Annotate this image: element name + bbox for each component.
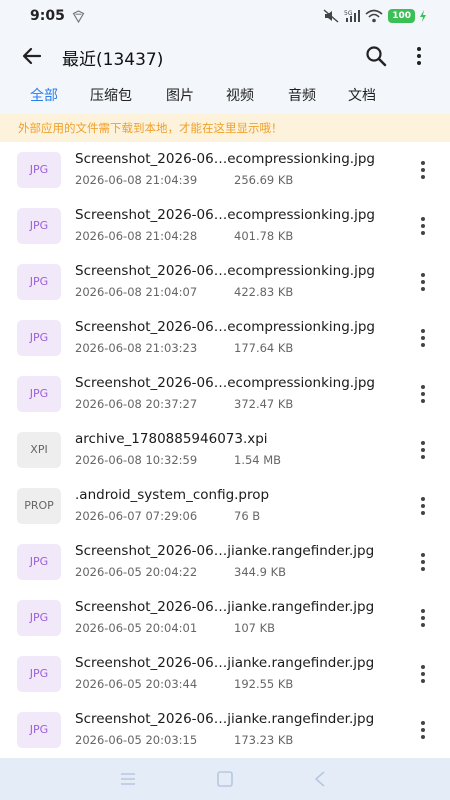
system-nav-bar <box>0 758 450 800</box>
more-vertical-icon[interactable] <box>416 606 430 630</box>
list-item[interactable]: JPG Screenshot_2026-06…ecompressionking.… <box>0 142 450 198</box>
file-size: 192.55 KB <box>234 677 294 691</box>
charging-icon <box>420 10 426 22</box>
signal-icon: 5G <box>344 10 361 22</box>
status-time: 9:05 <box>30 8 65 24</box>
menu-icon[interactable] <box>118 770 138 788</box>
file-size: 422.83 KB <box>234 285 294 299</box>
list-item[interactable]: JPG Screenshot_2026-06…jianke.rangefinde… <box>0 534 450 590</box>
more-vertical-icon[interactable] <box>416 662 430 686</box>
file-size: 372.47 KB <box>234 397 294 411</box>
file-type-badge: JPG <box>17 712 61 748</box>
tab-all[interactable]: 全部 <box>30 85 58 105</box>
file-name: Screenshot_2026-06…ecompressionking.jpg <box>75 375 375 391</box>
file-name: Screenshot_2026-06…ecompressionking.jpg <box>75 207 375 223</box>
file-name: Screenshot_2026-06…jianke.rangefinder.jp… <box>75 711 375 727</box>
file-name: Screenshot_2026-06…jianke.rangefinder.jp… <box>75 543 375 559</box>
file-size: 177.64 KB <box>234 341 294 355</box>
file-date: 2026-06-05 20:03:15 <box>75 733 198 747</box>
file-size: 107 KB <box>234 621 276 635</box>
file-type-badge: JPG <box>17 152 61 188</box>
list-item[interactable]: XPI archive_1780885946073.xpi 2026-06-08… <box>0 422 450 478</box>
tab-videos[interactable]: 视频 <box>226 85 254 105</box>
mute-icon <box>323 9 339 23</box>
more-vertical-icon[interactable] <box>416 158 430 182</box>
file-name: Screenshot_2026-06…jianke.rangefinder.jp… <box>75 655 375 671</box>
tab-images[interactable]: 图片 <box>166 85 194 105</box>
list-item[interactable]: PROP .android_system_config.prop 2026-06… <box>0 478 450 534</box>
more-vertical-icon[interactable] <box>416 494 430 518</box>
category-tabs: 全部 压缩包 图片 视频 音频 文档 <box>0 78 450 114</box>
file-size: 76 B <box>234 509 261 523</box>
notice-banner: 外部应用的文件需下载到本地，才能在这里显示哦！ <box>0 114 450 142</box>
file-list: JPG Screenshot_2026-06…ecompressionking.… <box>0 142 450 758</box>
file-type-badge: XPI <box>17 432 61 468</box>
file-type-badge: JPG <box>17 656 61 692</box>
file-type-badge: JPG <box>17 208 61 244</box>
file-size: 344.9 KB <box>234 565 287 579</box>
svg-text:5G: 5G <box>344 10 353 17</box>
file-date: 2026-06-07 07:29:06 <box>75 509 198 523</box>
file-size: 173.23 KB <box>234 733 294 747</box>
tab-archives[interactable]: 压缩包 <box>90 85 132 105</box>
more-vertical-icon[interactable] <box>410 44 428 68</box>
shield-icon <box>72 10 85 23</box>
file-name: Screenshot_2026-06…jianke.rangefinder.jp… <box>75 599 375 615</box>
file-name: .android_system_config.prop <box>75 487 270 503</box>
wifi-icon <box>365 9 383 23</box>
file-type-badge: JPG <box>17 320 61 356</box>
status-bar: 9:05 5G 100 <box>0 0 450 34</box>
file-date: 2026-06-05 20:03:44 <box>75 677 198 691</box>
file-name: Screenshot_2026-06…ecompressionking.jpg <box>75 263 375 279</box>
file-size: 256.69 KB <box>234 173 294 187</box>
list-item[interactable]: JPG Screenshot_2026-06…jianke.rangefinde… <box>0 646 450 702</box>
file-name: archive_1780885946073.xpi <box>75 431 268 447</box>
battery-indicator: 100 <box>388 9 415 23</box>
file-size: 401.78 KB <box>234 229 294 243</box>
arrow-left-icon[interactable] <box>20 44 44 68</box>
list-item[interactable]: JPG Screenshot_2026-06…ecompressionking.… <box>0 310 450 366</box>
file-date: 2026-06-08 21:04:39 <box>75 173 198 187</box>
file-type-badge: PROP <box>17 488 61 524</box>
file-name: Screenshot_2026-06…ecompressionking.jpg <box>75 151 375 167</box>
more-vertical-icon[interactable] <box>416 718 430 742</box>
list-item[interactable]: JPG Screenshot_2026-06…ecompressionking.… <box>0 198 450 254</box>
more-vertical-icon[interactable] <box>416 270 430 294</box>
more-vertical-icon[interactable] <box>416 438 430 462</box>
file-type-badge: JPG <box>17 600 61 636</box>
list-item[interactable]: JPG Screenshot_2026-06…ecompressionking.… <box>0 366 450 422</box>
more-vertical-icon[interactable] <box>416 382 430 406</box>
file-size: 1.54 MB <box>234 453 282 467</box>
tab-audio[interactable]: 音频 <box>288 85 316 105</box>
file-date: 2026-06-08 20:37:27 <box>75 397 198 411</box>
app-bar: 最近(13437) <box>0 34 450 78</box>
file-date: 2026-06-08 21:04:07 <box>75 285 198 299</box>
file-type-badge: JPG <box>17 376 61 412</box>
more-vertical-icon[interactable] <box>416 326 430 350</box>
home-square-icon[interactable] <box>216 770 234 788</box>
file-date: 2026-06-08 10:32:59 <box>75 453 198 467</box>
list-item[interactable]: JPG Screenshot_2026-06…jianke.rangefinde… <box>0 702 450 758</box>
status-indicators: 5G 100 <box>323 9 426 23</box>
file-type-badge: JPG <box>17 264 61 300</box>
more-vertical-icon[interactable] <box>416 214 430 238</box>
more-vertical-icon[interactable] <box>416 550 430 574</box>
file-date: 2026-06-05 20:04:01 <box>75 621 198 635</box>
file-type-badge: JPG <box>17 544 61 580</box>
tab-documents[interactable]: 文档 <box>348 85 376 105</box>
back-triangle-icon[interactable] <box>312 770 328 788</box>
file-date: 2026-06-05 20:04:22 <box>75 565 198 579</box>
list-item[interactable]: JPG Screenshot_2026-06…jianke.rangefinde… <box>0 590 450 646</box>
list-item[interactable]: JPG Screenshot_2026-06…ecompressionking.… <box>0 254 450 310</box>
file-date: 2026-06-08 21:04:28 <box>75 229 198 243</box>
file-date: 2026-06-08 21:03:23 <box>75 341 198 355</box>
file-name: Screenshot_2026-06…ecompressionking.jpg <box>75 319 375 335</box>
page-title: 最近(13437) <box>62 50 164 70</box>
search-icon[interactable] <box>364 44 388 68</box>
